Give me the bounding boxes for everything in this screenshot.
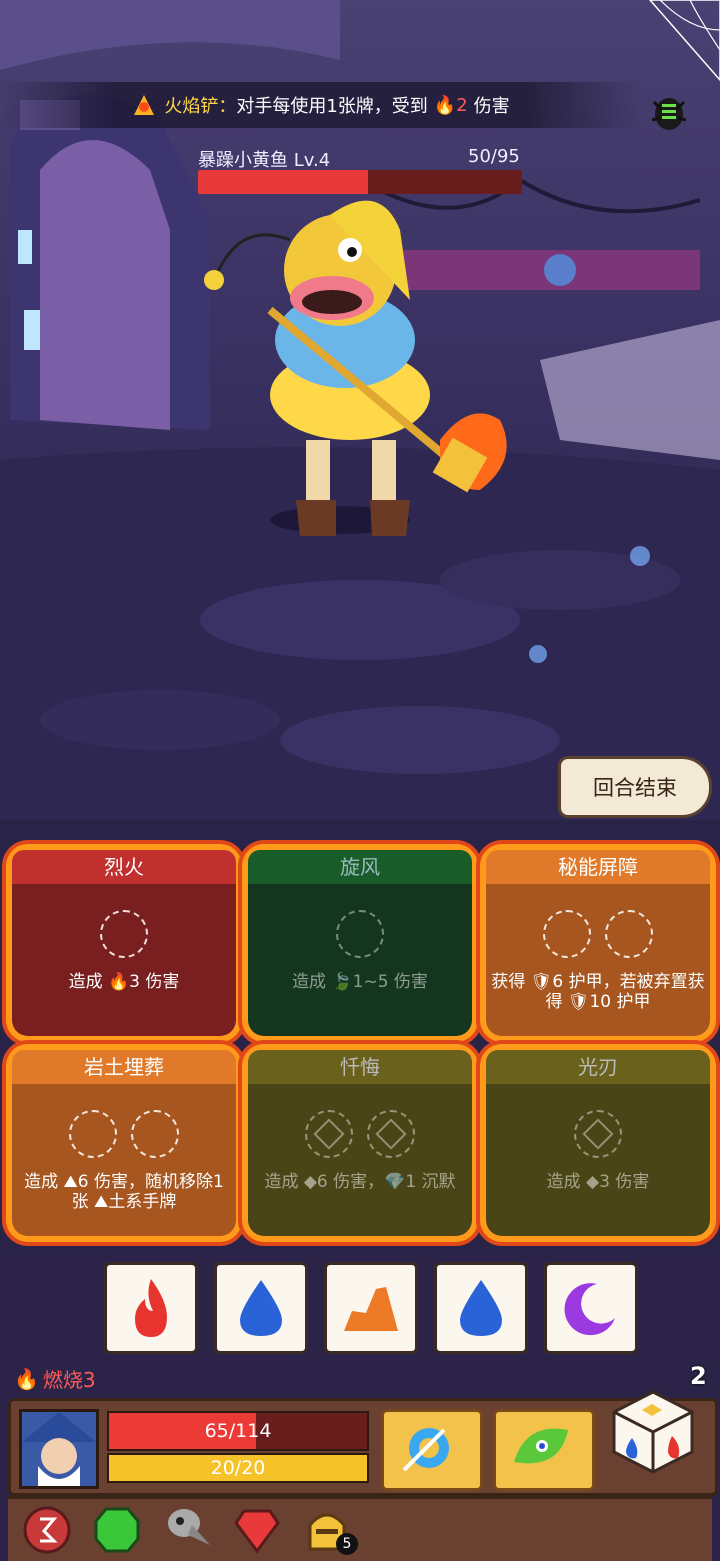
card-desc: 造成 🔥3 伤害 xyxy=(68,972,180,992)
player-armor-bar: 20/20 xyxy=(107,1453,369,1483)
buff-text: 对手每使用1张牌，受到 xyxy=(236,96,428,117)
earth-slot-icon xyxy=(69,1110,117,1158)
leaf-icon xyxy=(514,1428,568,1464)
enemy-hp-text: 50/95 xyxy=(468,146,520,167)
green-gem-relic-icon[interactable] xyxy=(92,1505,142,1555)
diamond-slot-icon xyxy=(305,1110,353,1158)
enemy-buff-banner: 火焰铲 ： 对手每使用1张牌，受到 🔥 2 伤害 xyxy=(0,82,640,128)
slot-icon xyxy=(605,910,653,958)
card-repentance[interactable]: 忏悔 造成 ◆6 伤害，💎1 沉默 xyxy=(248,1050,472,1236)
card-title: 秘能屏障 xyxy=(486,850,710,884)
fire-drop-icon: 🔥 xyxy=(433,94,457,116)
player-avatar[interactable] xyxy=(19,1409,99,1489)
enemy-hp-fill xyxy=(198,170,369,194)
fire-icon xyxy=(135,1279,167,1337)
diamond-slot-icon xyxy=(367,1110,415,1158)
die-earth[interactable] xyxy=(324,1262,418,1354)
slot-icon xyxy=(543,910,591,958)
burn-status: 🔥 燃烧3 xyxy=(14,1364,96,1393)
dice-row xyxy=(104,1262,638,1354)
card-desc: 造成 ⛰6 伤害，随机移除1张 ⛰土系手牌 xyxy=(24,1172,224,1212)
die-moon[interactable] xyxy=(544,1262,638,1354)
card-desc: 造成 ◆6 伤害，💎1 沉默 xyxy=(264,1172,456,1192)
player-hp-bar: 65/114 xyxy=(107,1411,369,1451)
card-whirlwind[interactable]: 旋风 造成 🍃1~5 伤害 xyxy=(248,850,472,1036)
red-seal-relic-icon[interactable] xyxy=(22,1505,72,1555)
relic-count-badge: 5 xyxy=(336,1533,358,1555)
card-arcane-barrier[interactable]: 秘能屏障 获得 🛡6 护甲，若被弃置获得 🛡10 护甲 xyxy=(486,850,710,1036)
skill-leaf-magic[interactable] xyxy=(493,1409,595,1491)
red-gem-relic-icon[interactable] xyxy=(232,1505,282,1555)
skill-water-magic[interactable] xyxy=(381,1409,483,1491)
card-title: 烈火 xyxy=(12,850,236,884)
reroll-dice-button[interactable] xyxy=(610,1388,696,1474)
moon-icon xyxy=(564,1283,615,1336)
burn-label: 燃烧3 xyxy=(42,1368,96,1392)
card-desc: 获得 🛡6 护甲，若被弃置获得 🛡10 护甲 xyxy=(491,972,705,1012)
fire-slot-icon xyxy=(100,910,148,958)
end-turn-button[interactable]: 回合结束 xyxy=(558,756,712,818)
battle-scene: 火焰铲 ： 对手每使用1张牌，受到 🔥 2 伤害 暴躁小黄鱼 Lv.4 50/9… xyxy=(0,0,720,820)
card-title: 忏悔 xyxy=(248,1050,472,1084)
player-hp-text: 65/114 xyxy=(204,1420,272,1442)
card-light-blade[interactable]: 光刃 造成 ◆3 伤害 xyxy=(486,1050,710,1236)
dice-remaining-count: 2 xyxy=(690,1362,707,1390)
relic-bar: 5 xyxy=(8,1496,712,1561)
buff-name: 火焰铲 xyxy=(164,96,219,117)
hand-cards-area: 烈火 造成 🔥3 伤害 旋风 造成 🍃1~5 伤害 秘能屏障 获得 🛡6 护甲，… xyxy=(0,820,720,1250)
water-drop-icon xyxy=(240,1280,282,1336)
card-fire[interactable]: 烈火 造成 🔥3 伤害 xyxy=(12,850,236,1036)
water-drop-icon xyxy=(460,1280,502,1336)
enemy-name: 暴躁小黄鱼 Lv.4 xyxy=(198,150,331,171)
diamond-slot-icon xyxy=(574,1110,622,1158)
earth-slot-icon xyxy=(131,1110,179,1158)
card-title: 旋风 xyxy=(248,850,472,884)
die-water[interactable] xyxy=(434,1262,528,1354)
buff-suffix: 伤害 xyxy=(473,96,510,117)
card-desc: 造成 🍃1~5 伤害 xyxy=(292,972,428,992)
player-armor-text: 20/20 xyxy=(210,1457,266,1479)
buff-separator: ： xyxy=(218,96,237,117)
die-fire[interactable] xyxy=(104,1262,198,1354)
earth-icon xyxy=(344,1287,398,1331)
card-title: 光刃 xyxy=(486,1050,710,1084)
wind-slot-icon xyxy=(336,910,384,958)
bird-skull-relic-icon[interactable] xyxy=(162,1505,212,1555)
burn-icon: 🔥 xyxy=(14,1366,39,1391)
card-title: 岩土埋葬 xyxy=(12,1050,236,1084)
shovel-fire-icon xyxy=(130,91,158,119)
spider-icon[interactable] xyxy=(648,92,690,134)
card-rock-burial[interactable]: 岩土埋葬 造成 ⛰6 伤害，随机移除1张 ⛰土系手牌 xyxy=(12,1050,236,1236)
die-water[interactable] xyxy=(214,1262,308,1354)
card-desc: 造成 ◆3 伤害 xyxy=(546,1172,650,1192)
buff-damage: 2 xyxy=(456,94,468,116)
enemy-hp-bar xyxy=(198,170,522,194)
water-spiral-icon xyxy=(402,1428,449,1472)
